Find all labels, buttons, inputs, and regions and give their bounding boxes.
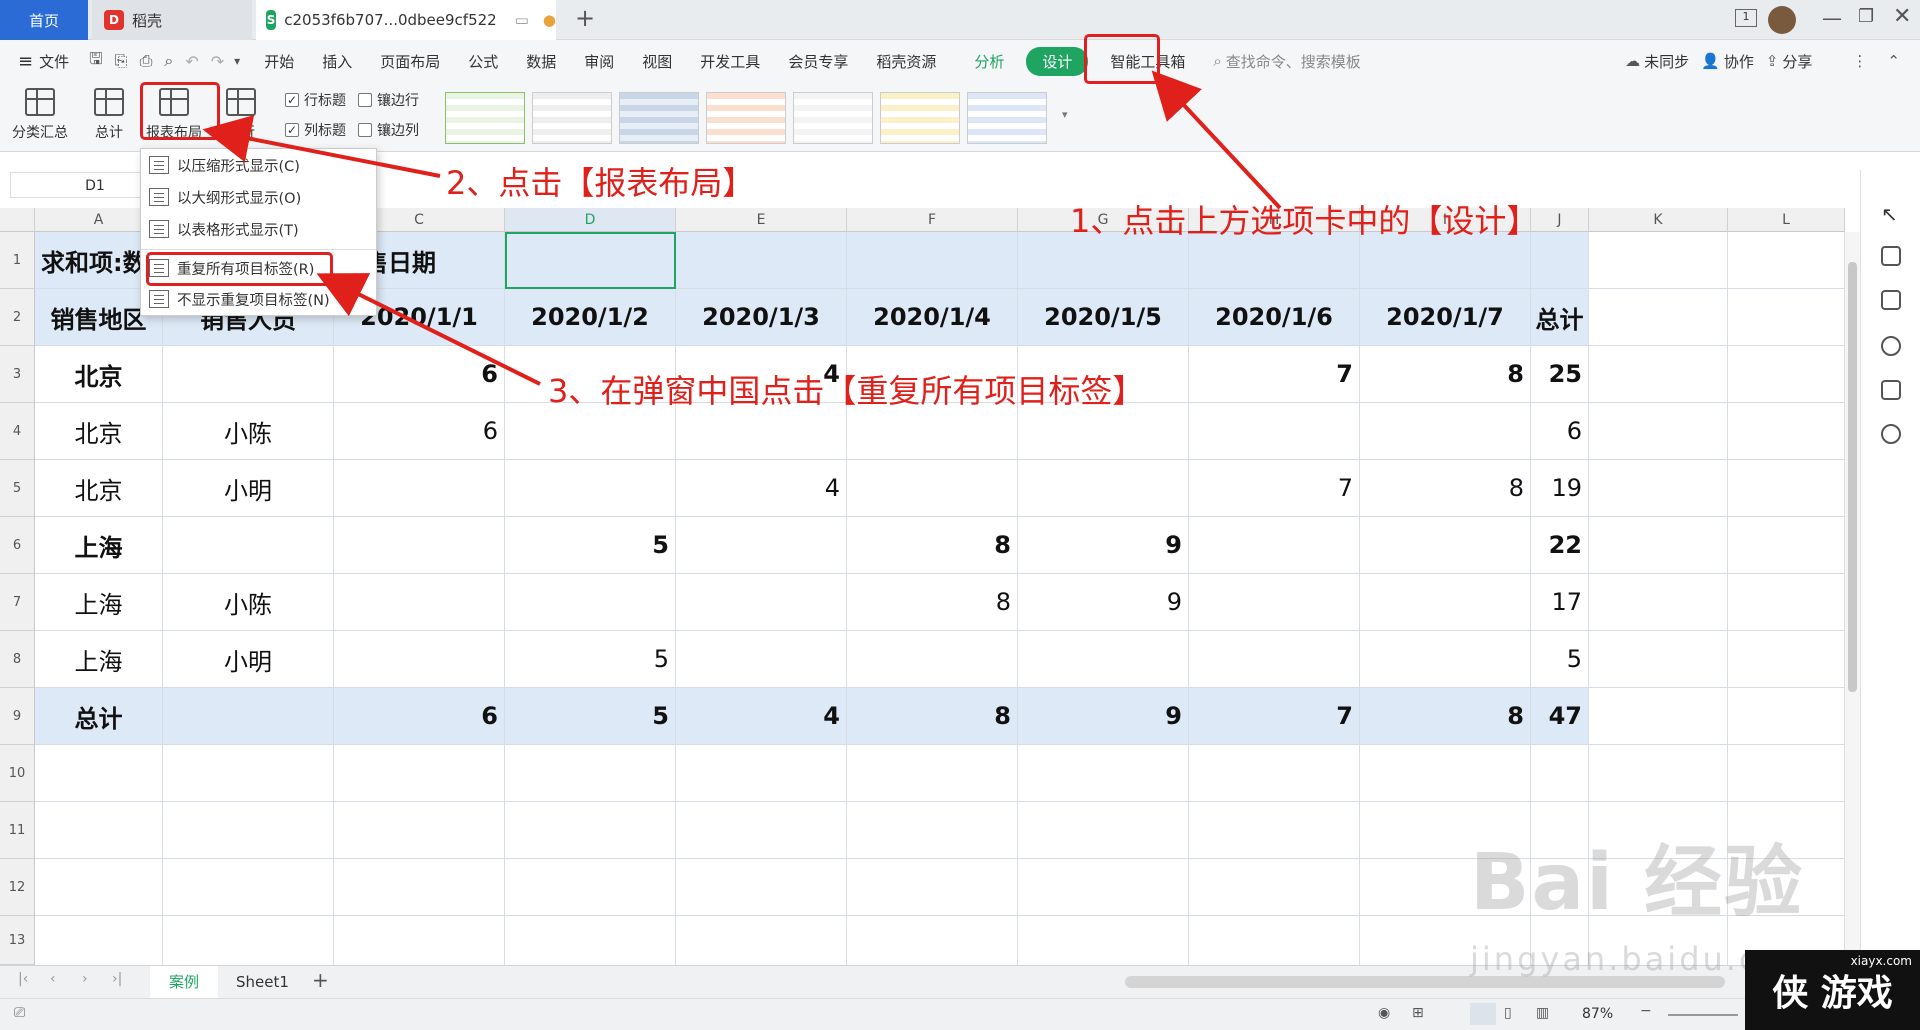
add-sheet-button[interactable]: + (312, 968, 329, 992)
zoom-level[interactable]: 87% (1582, 1006, 1613, 1022)
arrow-to-repeat-labels (316, 273, 541, 386)
sheet-tab-case[interactable]: 案例 (150, 966, 218, 998)
sheet-tab-sheet1[interactable]: Sheet1 (225, 966, 300, 998)
baidu-watermark: Bai 经验 (1470, 838, 1804, 928)
annotation-step-2: 2、点击【报表布局】 (446, 164, 755, 202)
freeze-icon[interactable]: ⊞ (1412, 1005, 1424, 1021)
xiayx-logo-text: 侠 游戏 (1772, 973, 1893, 1014)
normal-view-icon[interactable] (1470, 1003, 1496, 1025)
arrow-to-design (1151, 70, 1282, 210)
last-sheet-icon[interactable]: ›| (112, 971, 122, 987)
zoom-out-icon[interactable]: − (1640, 1003, 1652, 1019)
macro-record-icon[interactable]: ⎚ (14, 1005, 25, 1021)
xiayx-logo: 侠 游戏 xiayx.com (1745, 950, 1920, 1030)
page-break-view-icon[interactable]: ▥ (1536, 1005, 1549, 1021)
prev-sheet-icon[interactable]: ‹ (50, 971, 56, 987)
arrow-to-report-layout (202, 115, 441, 178)
annotation-step-3: 3、在弹窗中国点击【重复所有项目标签】 (548, 372, 1145, 410)
next-sheet-icon[interactable]: › (82, 971, 88, 987)
xiayx-url: xiayx.com (1850, 954, 1912, 968)
annotation-step-1: 1、点击上方选项卡中的【设计】 (1070, 202, 1539, 240)
first-sheet-icon[interactable]: |‹ (18, 971, 28, 987)
status-bar: ⎚ ◉ ⊞ ▯ ▥ 87% − (0, 998, 1920, 1030)
page-layout-view-icon[interactable]: ▯ (1504, 1005, 1512, 1021)
eye-protection-icon[interactable]: ◉ (1378, 1005, 1390, 1021)
zoom-slider[interactable] (1668, 1014, 1738, 1016)
